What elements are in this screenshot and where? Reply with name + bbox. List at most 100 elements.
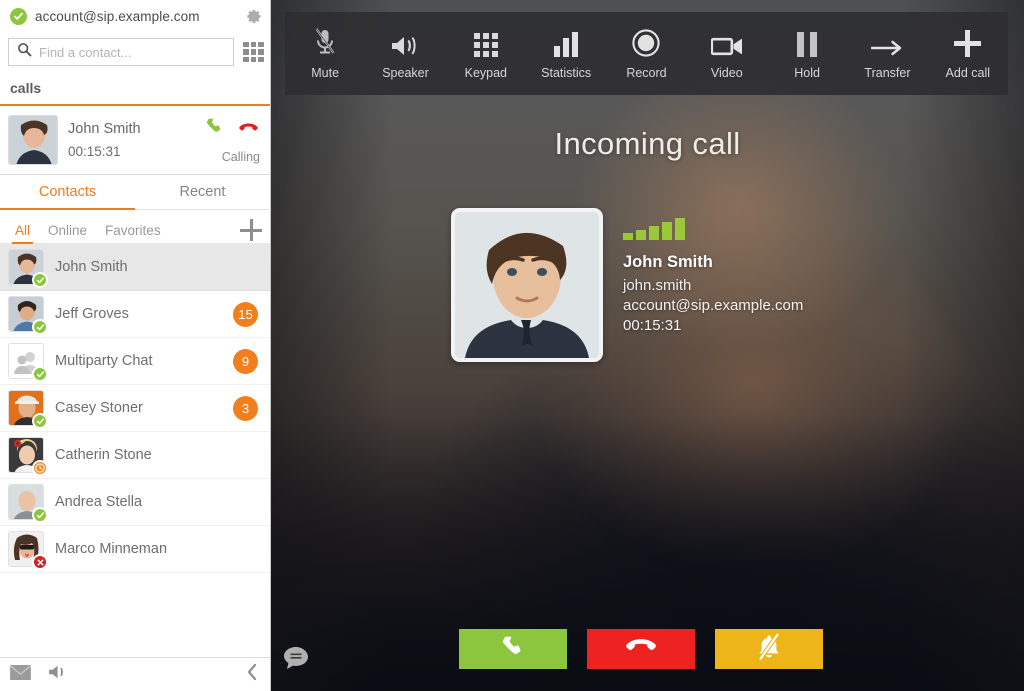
sidebar-footer: [0, 657, 270, 691]
plus-icon: [954, 27, 982, 57]
decline-call-button[interactable]: [587, 629, 695, 669]
toolbar-label: Statistics: [541, 66, 592, 80]
status-badge: [32, 366, 48, 382]
list-item[interactable]: John Smith: [0, 244, 270, 291]
account-row: account@sip.example.com: [0, 0, 270, 33]
chevron-left-icon[interactable]: [246, 663, 258, 686]
calls-section-label: calls: [10, 79, 42, 96]
status-badge: [32, 460, 48, 476]
softphone-app: account@sip.example.com Find a contact..…: [0, 0, 1024, 691]
search-icon: [17, 42, 32, 62]
toolbar-button-transfer[interactable]: Transfer: [847, 12, 927, 95]
toolbar-label: Hold: [794, 66, 820, 80]
search-input[interactable]: [39, 44, 225, 60]
grid-dialpad-icon[interactable]: [243, 41, 264, 63]
contact-name: Marco Minneman: [55, 541, 168, 557]
gear-icon[interactable]: [242, 6, 264, 28]
list-item[interactable]: Casey Stoner 3: [0, 385, 270, 432]
active-call-info: John Smith 00:15:31: [68, 121, 172, 159]
active-call-timer: 00:15:31: [68, 144, 121, 159]
phone-hangup-icon[interactable]: [237, 116, 260, 144]
plus-icon[interactable]: [240, 219, 262, 241]
status-badge: [32, 319, 48, 335]
status-badge: [32, 554, 48, 570]
avatar: [8, 390, 48, 429]
phone-hangup-icon: [624, 632, 658, 667]
avatar: [8, 296, 48, 335]
list-item[interactable]: Jeff Groves 15: [0, 291, 270, 338]
chat-bubble-icon[interactable]: [283, 646, 309, 675]
contact-name: John Smith: [55, 259, 128, 275]
filter-favorites[interactable]: Favorites: [96, 223, 170, 243]
check-circle-icon: [10, 8, 27, 25]
account-name: account@sip.example.com: [35, 9, 200, 24]
unread-badge: 15: [233, 301, 258, 327]
caller-avatar: [451, 208, 603, 362]
contact-name: Multiparty Chat: [55, 353, 153, 369]
search-row: [0, 33, 270, 71]
contact-name: Andrea Stella: [55, 494, 143, 510]
accept-call-button[interactable]: [459, 629, 567, 669]
toolbar-label: Video: [710, 66, 743, 80]
phone-icon: [499, 633, 527, 666]
toolbar-label: Speaker: [382, 66, 429, 80]
envelope-icon[interactable]: [10, 664, 31, 685]
active-call-strip[interactable]: John Smith 00:15:31 Calling: [0, 104, 270, 175]
toolbar-button-add-call[interactable]: Add call: [928, 12, 1008, 95]
arrow-right-icon: [871, 27, 903, 57]
bell-muted-icon: [754, 632, 784, 667]
status-badge: [32, 507, 48, 523]
toolbar-button-hold[interactable]: Hold: [767, 12, 847, 95]
tab-recent[interactable]: Recent: [135, 175, 270, 209]
silence-ringer-button[interactable]: [715, 629, 823, 669]
unread-badge: 3: [233, 395, 258, 421]
avatar: [8, 249, 48, 288]
caller-timer: 00:15:31: [623, 317, 682, 334]
search-box[interactable]: [8, 38, 234, 66]
sidebar: account@sip.example.com Find a contact..…: [0, 0, 271, 691]
toolbar-button-record[interactable]: Record: [606, 12, 686, 95]
unread-badge: 9: [233, 348, 258, 374]
call-panel: Mute Speaker Keypad Statistics Record Vi…: [271, 0, 1024, 691]
avatar: [8, 484, 48, 523]
speaker-icon[interactable]: [47, 664, 69, 685]
filter-all[interactable]: All: [6, 223, 39, 244]
active-call-name: John Smith: [68, 121, 141, 137]
avatar: [8, 343, 48, 382]
list-item[interactable]: Marco Minneman: [0, 526, 270, 573]
caller-account: account@sip.example.com: [623, 297, 804, 314]
bar-chart-icon: [554, 27, 579, 57]
speaker-icon: [390, 27, 420, 57]
contact-name: Casey Stoner: [55, 400, 143, 416]
caller-username: john.smith: [623, 277, 692, 294]
phone-icon[interactable]: [204, 116, 225, 144]
pause-icon: [797, 27, 818, 57]
contact-name: Catherin Stone: [55, 447, 152, 463]
active-call-status: Calling: [221, 150, 260, 164]
toolbar-button-statistics[interactable]: Statistics: [526, 12, 606, 95]
video-camera-icon: [710, 27, 743, 57]
toolbar-button-mute[interactable]: Mute: [285, 12, 365, 95]
list-item[interactable]: Catherin Stone: [0, 432, 270, 479]
contact-name: Jeff Groves: [55, 306, 129, 322]
toolbar-label: Add call: [945, 66, 991, 80]
list-item[interactable]: Multiparty Chat 9: [0, 338, 270, 385]
toolbar-button-speaker[interactable]: Speaker: [365, 12, 445, 95]
caller-name: John Smith: [623, 253, 713, 271]
grid-dialpad-icon: [473, 27, 498, 57]
caller-meta: John Smith john.smith account@sip.exampl…: [623, 208, 803, 362]
list-item[interactable]: Andrea Stella: [0, 479, 270, 526]
toolbar-label: Transfer: [864, 66, 911, 80]
toolbar-button-keypad[interactable]: Keypad: [446, 12, 526, 95]
filter-online[interactable]: Online: [39, 223, 96, 243]
record-circle-icon: [632, 27, 661, 57]
call-toolbar: Mute Speaker Keypad Statistics Record Vi…: [285, 12, 1008, 95]
contact-list: John Smith Jeff Groves 15 Multiparty Cha…: [0, 244, 270, 657]
tab-contacts[interactable]: Contacts: [0, 175, 135, 210]
avatar: [8, 437, 48, 476]
toolbar-label: Record: [626, 66, 667, 80]
status-badge: [32, 413, 48, 429]
microphone-muted-icon: [312, 27, 338, 57]
call-actions: [459, 629, 823, 669]
toolbar-button-video[interactable]: Video: [687, 12, 767, 95]
